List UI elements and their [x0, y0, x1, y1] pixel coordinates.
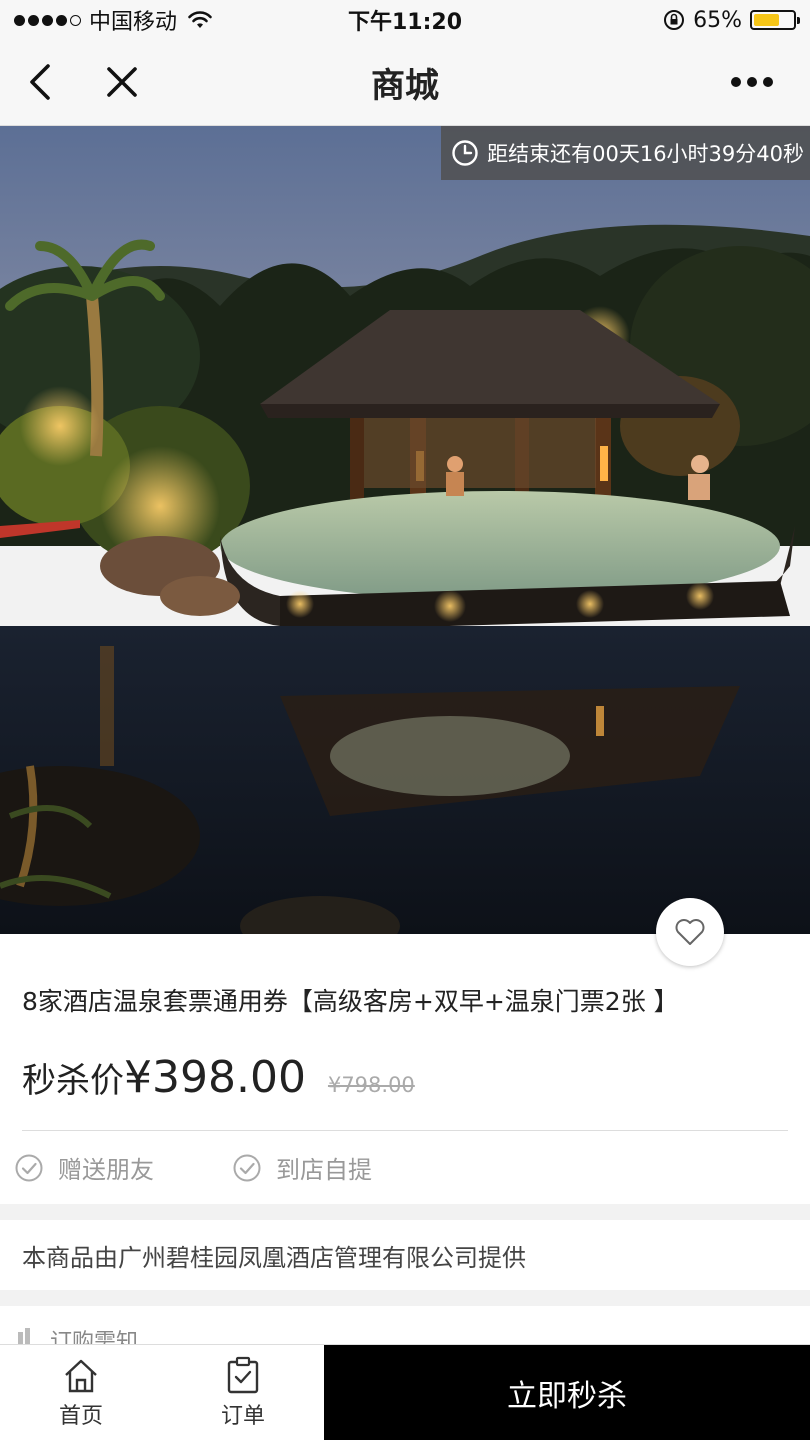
signal-strength-icon — [14, 14, 81, 26]
price-block: 秒杀价¥398.00 — [22, 1052, 306, 1103]
battery-level-fill — [754, 14, 779, 26]
wifi-icon — [188, 11, 212, 28]
heart-icon — [675, 919, 705, 945]
notice-icon — [18, 1328, 30, 1344]
price-label: 秒杀价 — [22, 1061, 124, 1101]
countdown-banner: 距结束还有00天16小时39分40秒 — [441, 126, 810, 180]
feature-label: 赠送朋友 — [58, 1156, 154, 1184]
countdown-text: 距结束还有00天16小时39分40秒 — [487, 142, 804, 166]
feature-label: 到店自提 — [276, 1156, 372, 1184]
feature-list: 赠送朋友 到店自提 — [14, 1150, 372, 1185]
order-clipboard-icon — [227, 1356, 259, 1394]
flash-buy-button[interactable]: 立即秒杀 — [324, 1345, 810, 1440]
rotation-lock-icon — [664, 10, 685, 30]
product-image: 距结束还有00天16小时39分40秒 — [0, 126, 810, 934]
clock-icon — [452, 140, 478, 166]
carrier-name: 中国移动 — [89, 10, 178, 35]
more-icon[interactable] — [730, 74, 774, 90]
tab-orders[interactable]: 订单 — [162, 1345, 324, 1440]
battery-icon — [750, 10, 800, 30]
feature-gift-friend: 赠送朋友 — [14, 1150, 154, 1185]
check-circle-icon — [15, 1154, 43, 1181]
bottom-bar: 首页 订单 立即秒杀 — [0, 1344, 810, 1440]
product-title: 8家酒店温泉套票通用券【高级客房+双早+温泉门票2张 】 — [22, 987, 679, 1016]
favorite-button[interactable] — [656, 898, 724, 966]
chevron-left-icon[interactable] — [24, 62, 58, 102]
divider — [22, 1130, 788, 1131]
battery-percent: 65% — [693, 7, 742, 33]
price-row: 秒杀价¥398.00 ¥798.00 — [22, 1052, 415, 1103]
close-icon[interactable] — [104, 64, 140, 100]
home-icon — [65, 1359, 97, 1393]
hot-spring-photo — [0, 126, 810, 934]
feature-store-pickup: 到店自提 — [232, 1150, 372, 1185]
price-value: ¥398.00 — [124, 1052, 306, 1103]
nav-bar: 商城 — [0, 40, 810, 126]
tab-label: 订单 — [220, 1404, 265, 1429]
provider-info: 本商品由广州碧桂园凤凰酒店管理有限公司提供 — [0, 1220, 810, 1290]
product-info-card: 8家酒店温泉套票通用券【高级客房+双早+温泉门票2张 】 秒杀价¥398.00 … — [0, 934, 810, 1204]
check-circle-icon — [233, 1154, 261, 1181]
status-bar: 中国移动 下午11:20 65% — [0, 0, 810, 40]
original-price: ¥798.00 — [327, 1073, 415, 1097]
tab-label: 首页 — [58, 1404, 103, 1429]
tab-home[interactable]: 首页 — [0, 1345, 162, 1440]
